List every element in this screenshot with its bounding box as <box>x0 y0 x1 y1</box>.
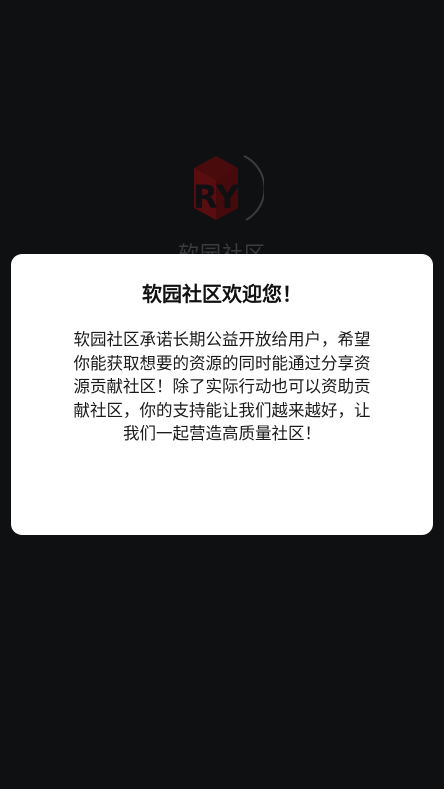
dialog-message-line: 献社区，你的支持能让我们越来越好，让 <box>73 400 371 420</box>
svg-text:RY: RY <box>193 178 240 216</box>
dialog-message-line: 我们一起营造高质量社区！ <box>123 424 321 443</box>
dialog-message-line: 你能获取想要的资源的同时能通过分享资 <box>73 353 371 373</box>
dialog-message-line: 软园社区承诺长期公益开放给用户，希望 <box>73 330 371 349</box>
dialog-message-line: 源贡献社区！除了实际行动也可以资助贡 <box>73 377 371 396</box>
welcome-dialog: 软园社区欢迎您！ 软园社区承诺长期公益开放给用户，希望 你能获取想要的资源的同时… <box>11 254 433 535</box>
dialog-message: 软园社区承诺长期公益开放给用户，希望 你能获取想要的资源的同时能通过分享资 源贡… <box>55 328 389 446</box>
dialog-title: 软园社区欢迎您！ <box>142 282 302 306</box>
ry-logo-icon: RY <box>186 150 264 228</box>
